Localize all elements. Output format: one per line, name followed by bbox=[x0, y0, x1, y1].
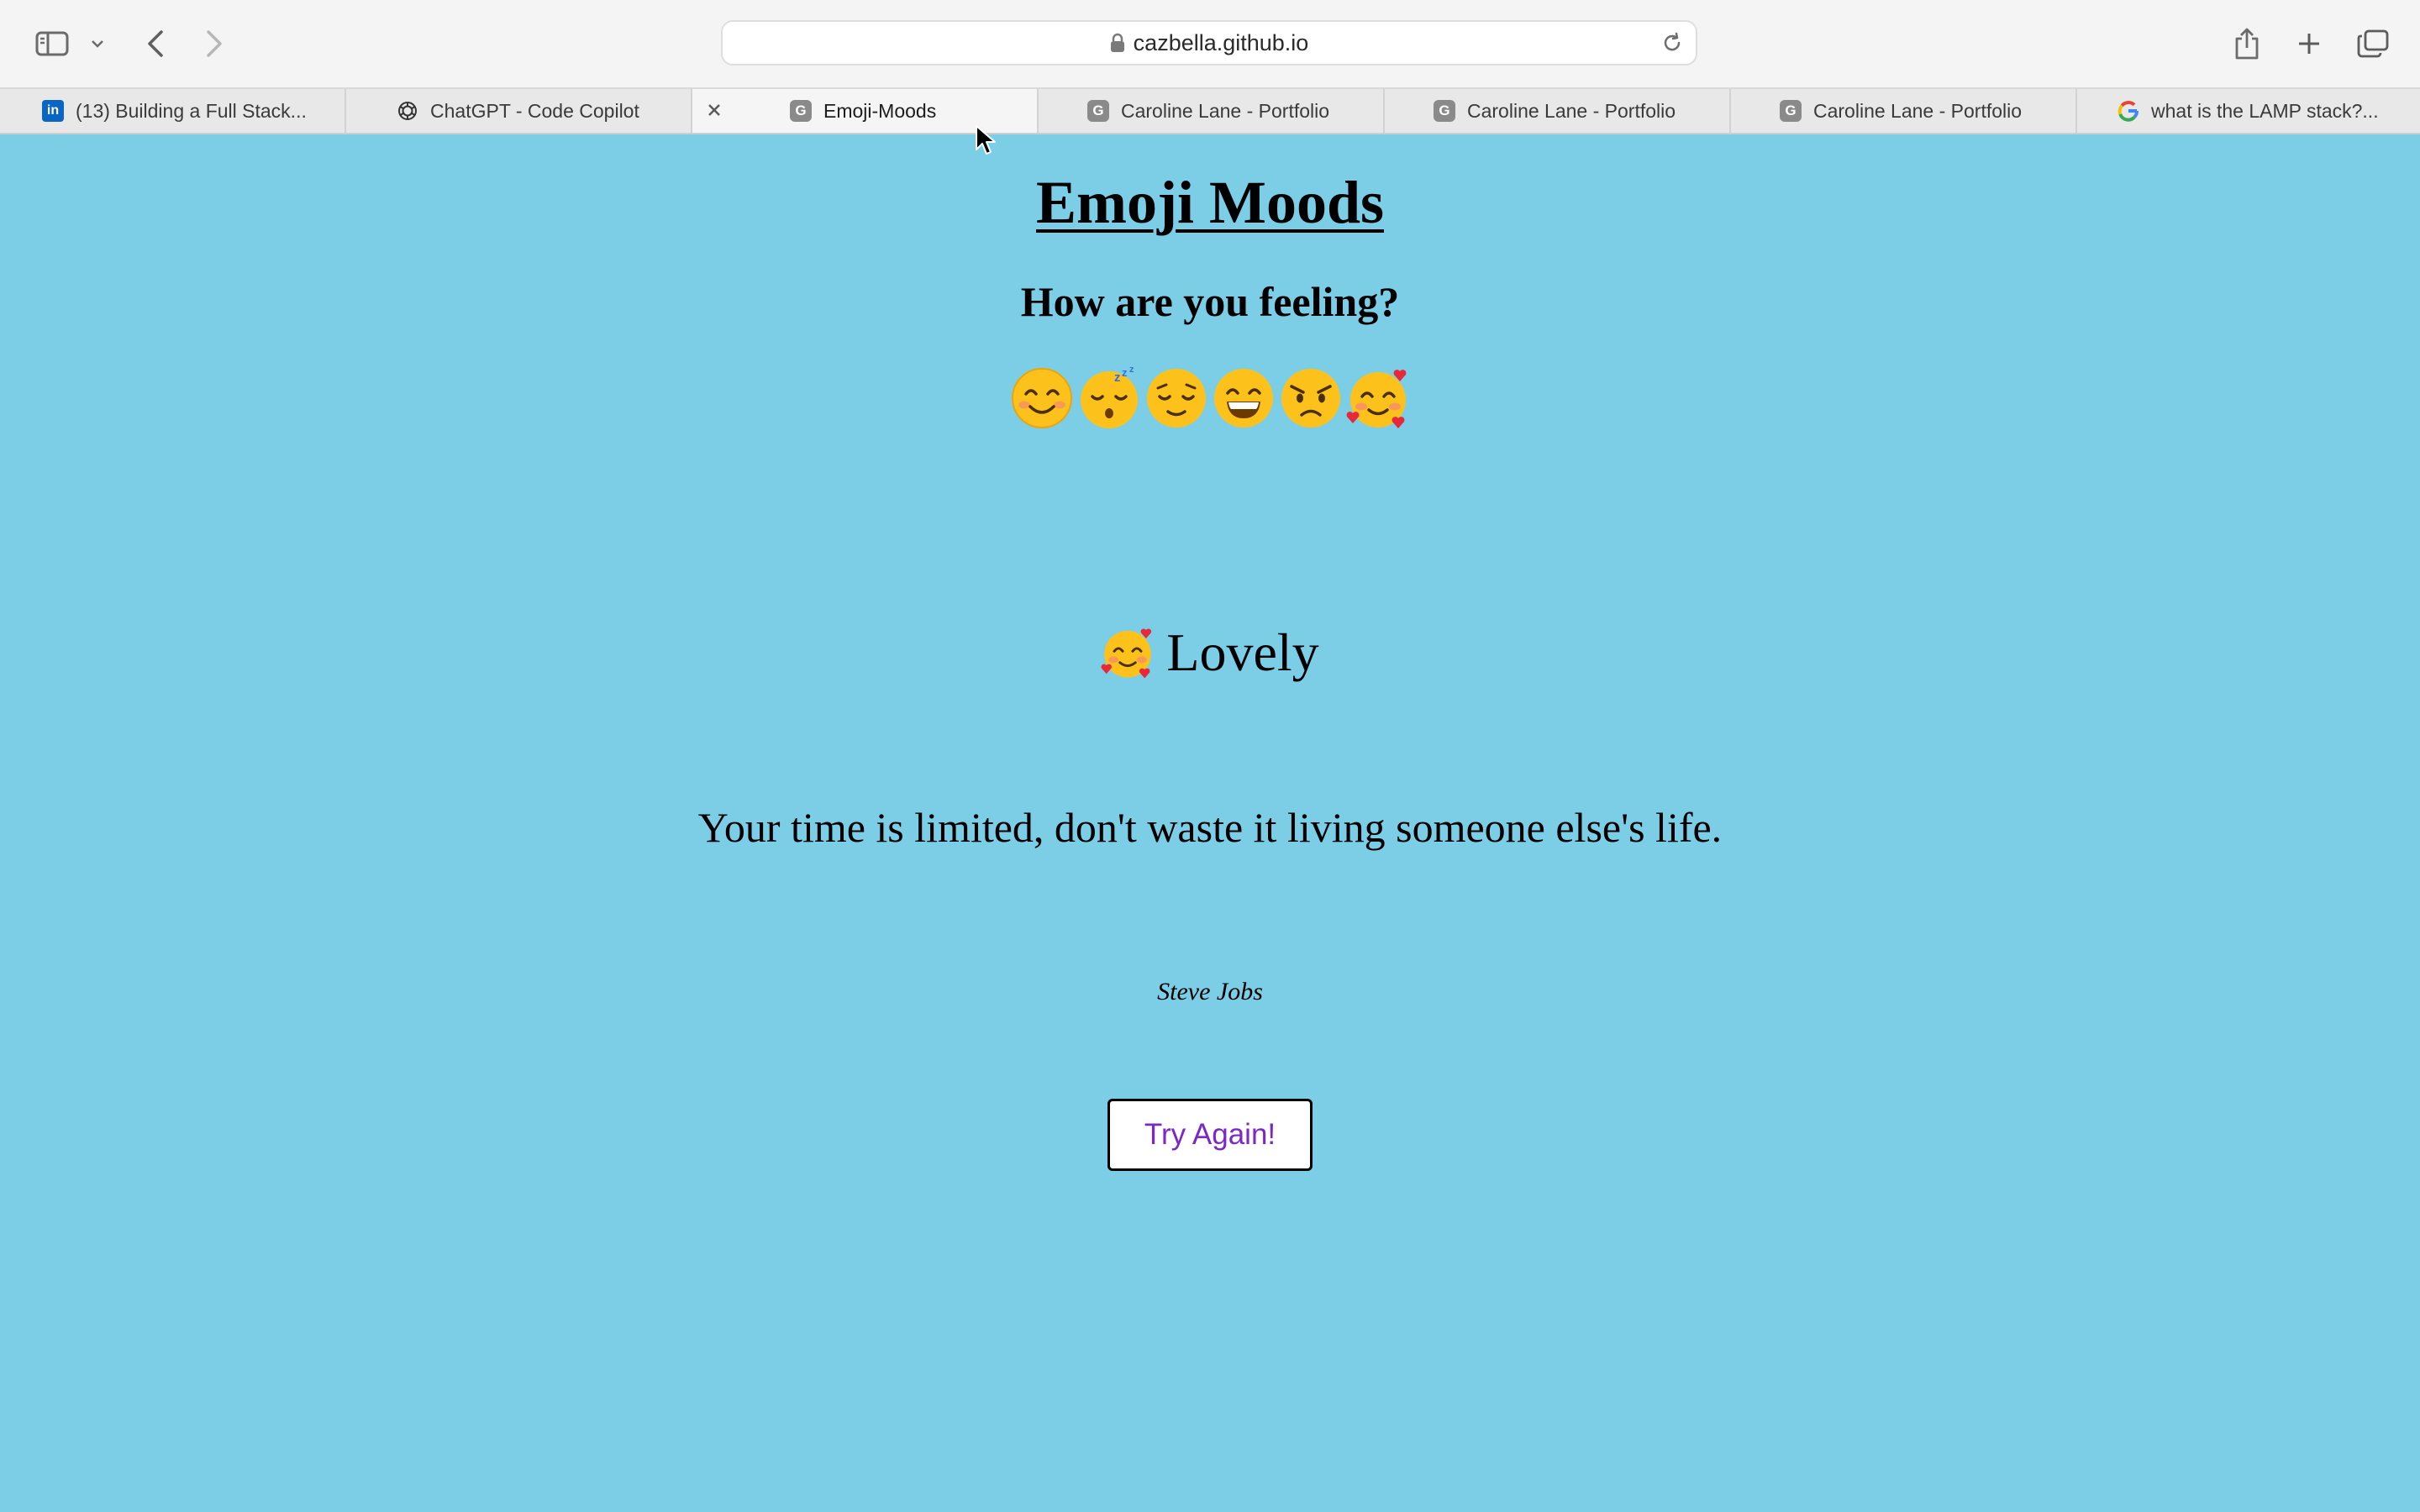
lock-icon bbox=[1110, 33, 1125, 53]
tab-chatgpt[interactable]: ChatGPT - Code Copilot bbox=[346, 89, 692, 133]
sleeping-face-icon[interactable]: z z z bbox=[1077, 366, 1141, 430]
tab-portfolio-1[interactable]: G Caroline Lane - Portfolio bbox=[1039, 89, 1385, 133]
quote-author: Steve Jobs bbox=[1157, 978, 1263, 1005]
tab-label: Emoji-Moods bbox=[823, 99, 937, 122]
google-icon bbox=[2118, 100, 2139, 122]
try-again-button[interactable]: Try Again! bbox=[1107, 1099, 1313, 1171]
svg-text:z: z bbox=[1122, 366, 1128, 379]
smiling-face-with-hearts-icon[interactable] bbox=[1346, 366, 1410, 430]
sidebar-toggle-button[interactable] bbox=[32, 18, 72, 69]
page-content: Emoji Moods How are you feeling? z z z L… bbox=[0, 134, 2420, 1512]
address-bar[interactable]: cazbella.github.io bbox=[721, 20, 1697, 66]
emoji-picker: z z z bbox=[0, 366, 2420, 430]
chatgpt-icon bbox=[397, 100, 418, 122]
share-icon bbox=[2235, 28, 2259, 60]
svg-text:z: z bbox=[1114, 370, 1121, 385]
chevron-right-icon bbox=[207, 30, 222, 57]
plus-icon bbox=[2299, 34, 2319, 54]
tab-portfolio-3[interactable]: G Caroline Lane - Portfolio bbox=[1731, 89, 2077, 133]
github-icon: G bbox=[1087, 100, 1109, 122]
close-tab-icon[interactable] bbox=[704, 100, 724, 125]
tab-label: Caroline Lane - Portfolio bbox=[1813, 99, 2023, 122]
tab-portfolio-2[interactable]: G Caroline Lane - Portfolio bbox=[1385, 89, 1731, 133]
smiling-face-icon[interactable] bbox=[1010, 366, 1074, 430]
forward-button[interactable] bbox=[200, 18, 229, 69]
tab-label: ChatGPT - Code Copilot bbox=[430, 99, 639, 122]
browser-toolbar: cazbella.github.io bbox=[0, 0, 2420, 87]
page-subtitle: How are you feeling? bbox=[1020, 278, 1400, 325]
page-title: Emoji Moods bbox=[1036, 169, 1384, 236]
svg-text:z: z bbox=[1129, 366, 1134, 375]
tab-overview-icon bbox=[2357, 29, 2389, 58]
chevron-left-icon bbox=[148, 30, 163, 57]
tab-label: Caroline Lane - Portfolio bbox=[1121, 99, 1330, 122]
chevron-down-icon bbox=[92, 40, 103, 48]
grinning-face-icon[interactable] bbox=[1212, 366, 1276, 430]
tab-label: (13) Building a Full Stack... bbox=[76, 99, 307, 122]
github-icon: G bbox=[790, 100, 812, 122]
smiling-face-with-hearts-icon bbox=[1101, 628, 1152, 679]
url-text: cazbella.github.io bbox=[1133, 29, 1309, 55]
github-icon: G bbox=[1434, 100, 1455, 122]
github-icon: G bbox=[1780, 100, 1802, 122]
tab-overview-button[interactable] bbox=[2356, 18, 2390, 69]
sidebar-icon bbox=[35, 31, 69, 56]
sidebar-menu-button[interactable] bbox=[87, 18, 108, 69]
angry-face-icon[interactable] bbox=[1279, 366, 1343, 430]
quote-text: Your time is limited, don't waste it liv… bbox=[697, 804, 1723, 851]
tab-linkedin[interactable]: in (13) Building a Full Stack... bbox=[0, 89, 346, 133]
back-button[interactable] bbox=[141, 18, 170, 69]
relieved-face-icon[interactable] bbox=[1144, 366, 1208, 430]
tab-label: Caroline Lane - Portfolio bbox=[1467, 99, 1676, 122]
share-button[interactable] bbox=[2232, 18, 2262, 69]
reload-icon[interactable] bbox=[1660, 31, 1684, 60]
mood-label: Lovely bbox=[1166, 622, 1319, 682]
tab-google[interactable]: what is the LAMP stack?... bbox=[2077, 89, 2420, 133]
new-tab-button[interactable] bbox=[2294, 18, 2324, 69]
linkedin-icon: in bbox=[42, 100, 64, 122]
mood-result: Lovely bbox=[0, 622, 2420, 684]
mouse-pointer-icon bbox=[976, 125, 996, 155]
tab-bar: in (13) Building a Full Stack... ChatGPT… bbox=[0, 87, 2420, 134]
tab-label: what is the LAMP stack?... bbox=[2151, 99, 2379, 122]
